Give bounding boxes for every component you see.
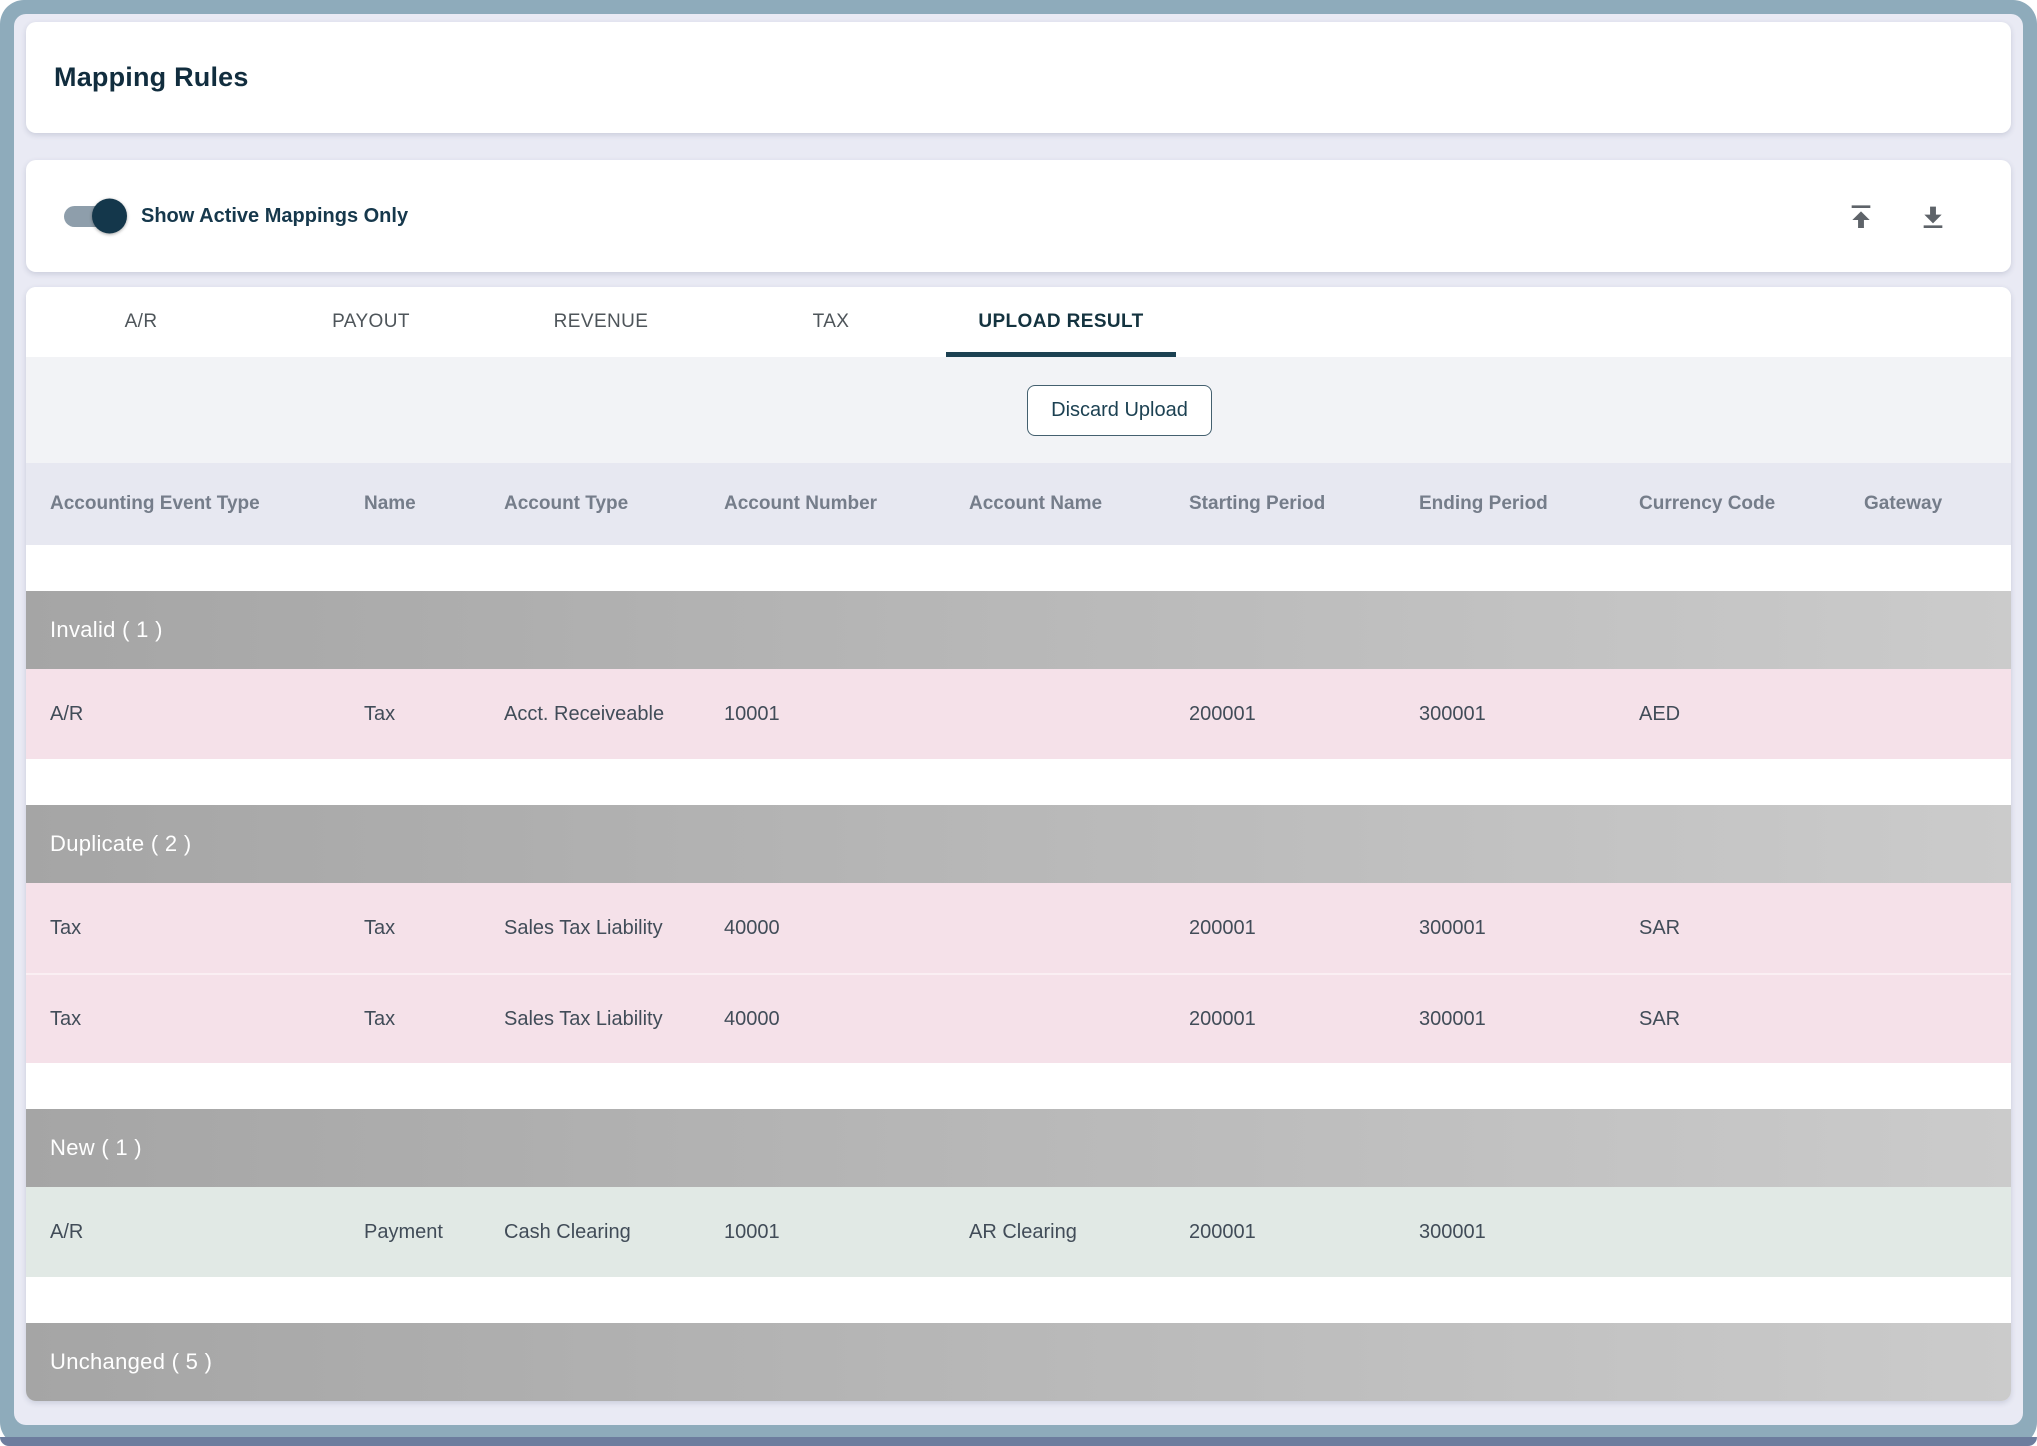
- cell-starting-period: 200001: [1165, 917, 1395, 940]
- table-row-duplicate: TaxTaxSales Tax Liability400002000013000…: [26, 883, 2011, 973]
- cell-account-number: 40000: [700, 917, 945, 940]
- toolbar-icons: [1845, 200, 1949, 232]
- active-mappings-toggle[interactable]: [64, 206, 125, 227]
- discard-upload-button[interactable]: Discard Upload: [1027, 385, 1212, 436]
- cell-accounting-event-type: A/R: [26, 1221, 340, 1244]
- cell-currency-code: SAR: [1615, 1008, 1840, 1031]
- column-header-gateway: Gateway: [1840, 493, 2011, 515]
- cell-ending-period: 300001: [1395, 1008, 1615, 1031]
- cell-account-number: 40000: [700, 1008, 945, 1031]
- column-header-account-name: Account Name: [945, 493, 1165, 515]
- cell-name: Tax: [340, 703, 480, 726]
- section-header-unchanged: Unchanged ( 5 ): [26, 1323, 2011, 1401]
- download-icon[interactable]: [1917, 200, 1949, 232]
- section-gap: [26, 545, 2011, 591]
- table-row-duplicate: TaxTaxSales Tax Liability400002000013000…: [26, 973, 2011, 1063]
- table-row-invalid: A/RTaxAcct. Receiveable10001 200001300001…: [26, 669, 2011, 759]
- main-card: A/RPAYOUTREVENUETAXUPLOAD RESULT Discard…: [26, 287, 2011, 1401]
- column-header-ending-period: Ending Period: [1395, 493, 1615, 515]
- cell-ending-period: 300001: [1395, 1221, 1615, 1244]
- tab-upload-result[interactable]: UPLOAD RESULT: [946, 287, 1176, 357]
- app-window: Mapping Rules Show Active Mappings Only …: [14, 14, 2023, 1425]
- section-gap: [26, 759, 2011, 805]
- column-header-starting-period: Starting Period: [1165, 493, 1395, 515]
- tab-payout[interactable]: PAYOUT: [256, 287, 486, 357]
- cell-accounting-event-type: Tax: [26, 917, 340, 940]
- column-header-accounting-event-type: Accounting Event Type: [26, 493, 340, 515]
- page-title: Mapping Rules: [54, 62, 249, 93]
- section-gap: [26, 1063, 2011, 1109]
- cell-starting-period: 200001: [1165, 1221, 1395, 1244]
- cell-name: Tax: [340, 1008, 480, 1031]
- tab-a-r[interactable]: A/R: [26, 287, 256, 357]
- cell-account-type: Acct. Receiveable: [480, 703, 700, 726]
- toggle-label: Show Active Mappings Only: [141, 205, 408, 228]
- section-header-duplicate: Duplicate ( 2 ): [26, 805, 2011, 883]
- cell-currency-code: SAR: [1615, 917, 1840, 940]
- cell-account-type: Sales Tax Liability: [480, 917, 700, 940]
- cell-ending-period: 300001: [1395, 703, 1615, 726]
- column-header-account-type: Account Type: [480, 493, 700, 515]
- cell-ending-period: 300001: [1395, 917, 1615, 940]
- column-header-name: Name: [340, 493, 480, 515]
- cell-currency-code: AED: [1615, 703, 1840, 726]
- cell-name: Payment: [340, 1221, 480, 1244]
- section-header-invalid: Invalid ( 1 ): [26, 591, 2011, 669]
- table-body: Invalid ( 1 )A/RTaxAcct. Receiveable1000…: [26, 545, 2011, 1401]
- table-header: Accounting Event TypeNameAccount TypeAcc…: [26, 463, 2011, 545]
- page-header-card: Mapping Rules: [26, 22, 2011, 133]
- tab-revenue[interactable]: REVENUE: [486, 287, 716, 357]
- cell-account-type: Cash Clearing: [480, 1221, 700, 1244]
- cell-account-number: 10001: [700, 703, 945, 726]
- section-header-new: New ( 1 ): [26, 1109, 2011, 1187]
- cell-account-number: 10001: [700, 1221, 945, 1244]
- cell-starting-period: 200001: [1165, 703, 1395, 726]
- tab-tax[interactable]: TAX: [716, 287, 946, 357]
- toggle-knob: [92, 199, 127, 234]
- table-row-new: A/RPaymentCash Clearing10001AR Clearing2…: [26, 1187, 2011, 1277]
- toolbar-card: Show Active Mappings Only: [26, 160, 2011, 272]
- cell-name: Tax: [340, 917, 480, 940]
- column-header-account-number: Account Number: [700, 493, 945, 515]
- cell-account-type: Sales Tax Liability: [480, 1008, 700, 1031]
- action-strip: Discard Upload: [26, 357, 2011, 463]
- upload-icon[interactable]: [1845, 200, 1877, 232]
- cell-accounting-event-type: Tax: [26, 1008, 340, 1031]
- cell-starting-period: 200001: [1165, 1008, 1395, 1031]
- section-gap: [26, 1277, 2011, 1323]
- active-mappings-toggle-group: Show Active Mappings Only: [64, 205, 408, 228]
- cell-account-name: AR Clearing: [945, 1221, 1165, 1244]
- cell-accounting-event-type: A/R: [26, 703, 340, 726]
- tab-bar: A/RPAYOUTREVENUETAXUPLOAD RESULT: [26, 287, 2011, 357]
- column-header-currency-code: Currency Code: [1615, 493, 1840, 515]
